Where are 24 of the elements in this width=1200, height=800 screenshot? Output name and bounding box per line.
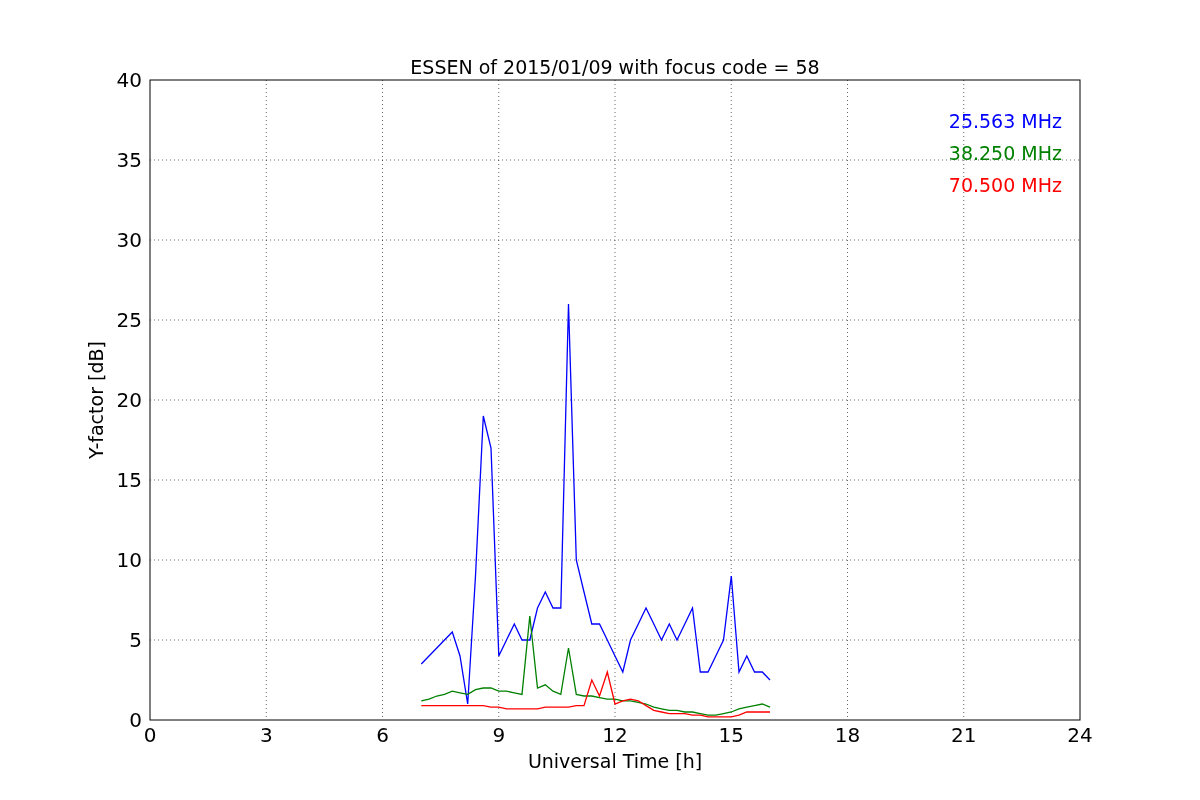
y-tick-label: 0 [129,708,142,732]
y-tick-label: 20 [116,388,142,412]
y-tick-label: 25 [116,308,142,332]
y-tick-label: 5 [129,628,142,652]
y-tick-label: 30 [116,228,142,252]
x-tick-label: 3 [259,723,273,747]
x-axis-label: Universal Time [h] [527,750,703,772]
legend-label: 70.500 MHz [948,174,1062,196]
y-tick-label: 40 [116,68,142,92]
x-tick-label: 24 [1067,723,1093,747]
x-tick-label: 0 [143,723,157,747]
y-tick-label: 15 [116,468,142,492]
legend-label: 25.563 MHz [948,110,1062,132]
x-tick-label: 12 [602,723,628,747]
y-tick-label: 10 [116,548,142,572]
y-axis-label: Y-factor [dB] [85,341,107,459]
x-tick-label: 21 [951,723,977,747]
x-tick-label: 6 [376,723,389,747]
x-tick-label: 15 [718,723,744,747]
y-tick-label: 35 [116,148,142,172]
x-tick-label: 18 [834,723,861,747]
legend-label: 38.250 MHz [948,142,1062,164]
chart-title: ESSEN of 2015/01/09 with focus code = 58 [410,56,820,78]
x-tick-label: 9 [492,723,506,747]
